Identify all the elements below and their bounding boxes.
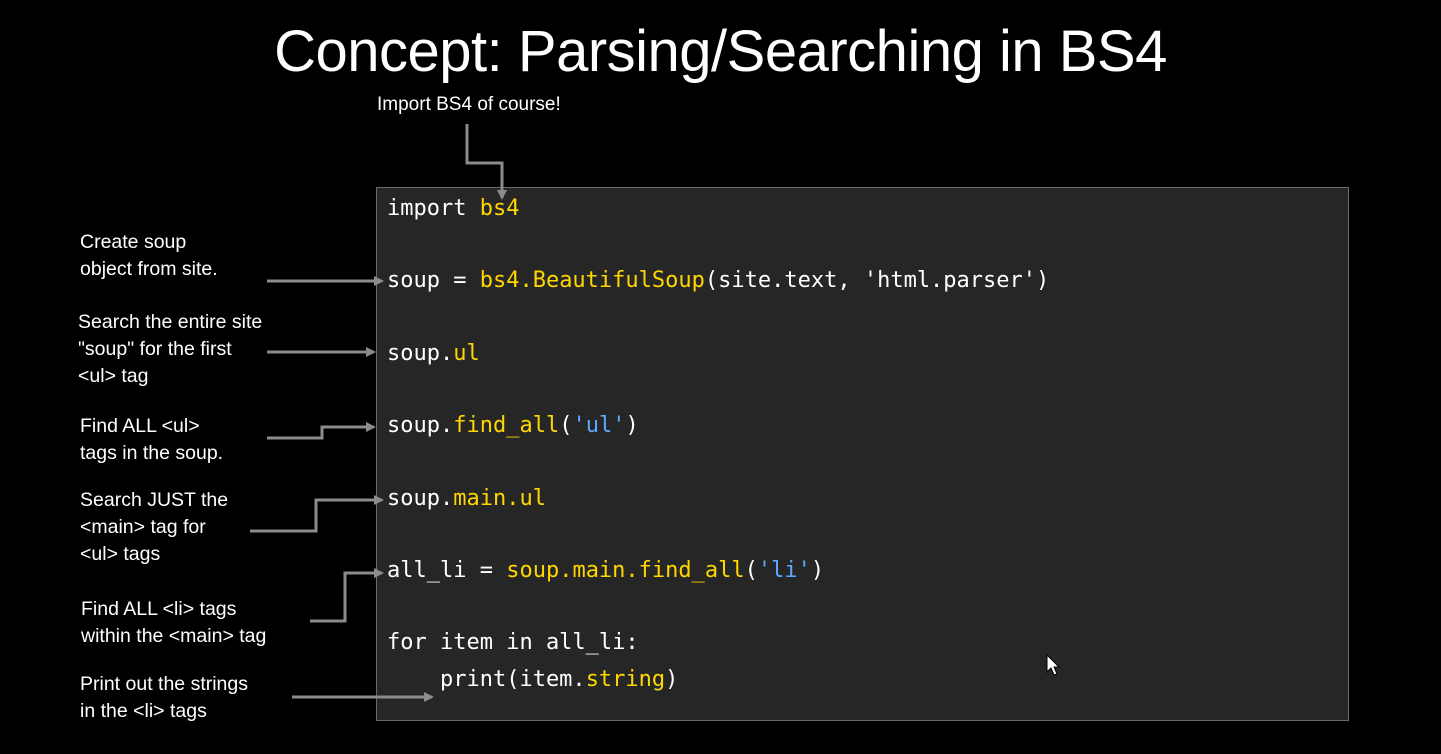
arrows-layer [250,124,507,702]
arrow-import [465,124,507,200]
arrow-find-all-ul [267,422,376,440]
arrow-find-all-li [310,568,384,623]
mouse-cursor-icon [1046,654,1061,676]
arrow-search-main [250,495,384,533]
